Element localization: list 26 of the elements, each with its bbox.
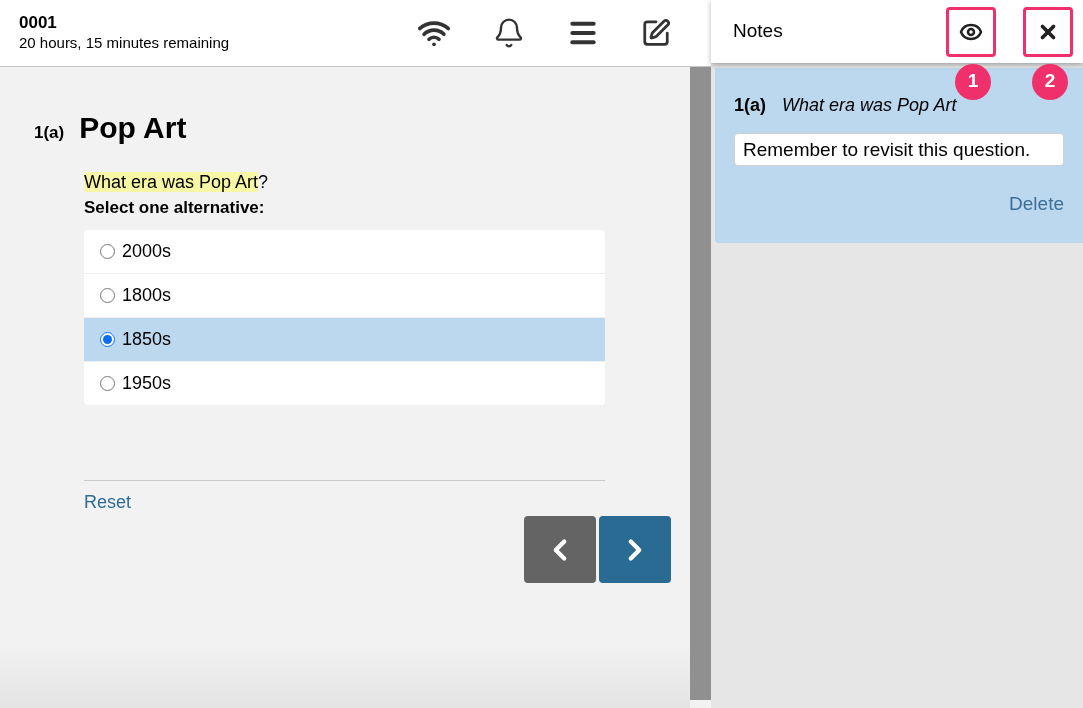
scrollbar[interactable] <box>690 67 711 700</box>
question-title: Pop Art <box>79 110 187 146</box>
previous-button[interactable] <box>524 516 596 583</box>
bell-icon[interactable] <box>493 17 525 49</box>
radio-button[interactable] <box>100 332 115 347</box>
answer-option[interactable]: 1800s <box>84 274 605 317</box>
answer-option[interactable]: 1850s <box>84 318 605 361</box>
notes-title: Notes <box>733 19 784 44</box>
radio-button[interactable] <box>100 288 115 303</box>
question-number: 1(a) <box>34 122 65 144</box>
delete-link[interactable]: Delete <box>1009 190 1064 219</box>
next-button[interactable] <box>599 516 671 583</box>
reset-link[interactable]: Reset <box>84 489 132 516</box>
test-code: 0001 <box>19 13 58 33</box>
edit-note-icon[interactable] <box>641 18 671 48</box>
time-remaining: 20 hours, 15 minutes remaining <box>19 33 231 53</box>
radio-button[interactable] <box>100 244 115 259</box>
question-text: What era was Pop Art? <box>84 171 270 194</box>
note-input-field[interactable]: Remember to revisit this question. <box>734 133 1064 166</box>
callout-badge: 2 <box>1032 63 1068 100</box>
instruction-text: Select one alternative: <box>84 197 266 219</box>
answer-option[interactable]: 1950s <box>84 362 605 405</box>
answer-option[interactable]: 2000s <box>84 230 605 273</box>
radio-button[interactable] <box>100 376 115 391</box>
callout-badge: 1 <box>955 63 991 100</box>
note-question-number: 1(a) <box>734 94 766 117</box>
